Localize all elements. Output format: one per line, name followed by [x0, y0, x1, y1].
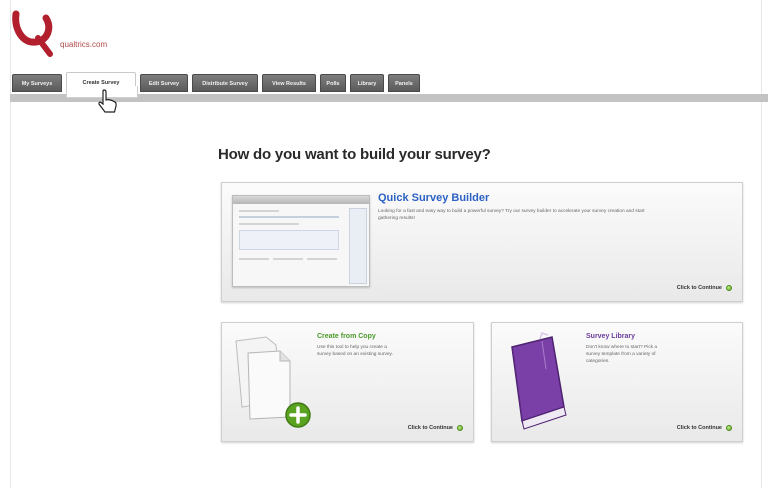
survey-library-title[interactable]: Survey Library: [586, 333, 635, 340]
create-from-copy-continue[interactable]: Click to Continue: [408, 425, 463, 431]
hand-pointer-icon: [98, 89, 117, 113]
survey-library-card[interactable]: Survey Library Don't know where to start…: [491, 322, 743, 442]
purple-book-icon: [511, 332, 567, 430]
green-arrow-circle-icon: [726, 285, 732, 291]
tab-polls[interactable]: Polls: [320, 74, 346, 92]
create-from-copy-title[interactable]: Create from Copy: [317, 333, 376, 340]
survey-builder-preview-image: [232, 195, 370, 287]
continue-label: Click to Continue: [407, 425, 453, 431]
continue-label: Click to Continue: [676, 285, 722, 291]
documents-plus-icon: [235, 336, 311, 428]
survey-library-description: Don't know where to start? Pick a survey…: [586, 345, 658, 364]
qualtrics-logo[interactable]: qualtrics.com: [12, 8, 132, 64]
quick-survey-builder-title[interactable]: Quick Survey Builder: [378, 192, 489, 204]
tab-panels[interactable]: Panels: [388, 74, 420, 92]
create-from-copy-card[interactable]: Create from Copy Use this tool to help y…: [221, 322, 474, 442]
quick-survey-builder-continue[interactable]: Click to Continue: [677, 285, 732, 291]
tab-edit-survey[interactable]: Edit Survey: [140, 74, 188, 92]
tab-my-surveys[interactable]: My Surveys: [12, 74, 62, 92]
tab-view-results[interactable]: View Results: [262, 74, 316, 92]
quick-survey-builder-description: Looking for a fast and easy way to build…: [378, 209, 645, 221]
survey-library-continue[interactable]: Click to Continue: [677, 425, 732, 431]
logo-wordmark: qualtrics.com: [60, 40, 108, 49]
q-logo-icon: [12, 10, 53, 57]
create-from-copy-description: Use this tool to help you create a surve…: [317, 345, 393, 357]
green-arrow-circle-icon: [726, 425, 732, 431]
page-title: How do you want to build your survey?: [218, 146, 491, 163]
tab-distribute-survey[interactable]: Distribute Survey: [192, 74, 258, 92]
quick-survey-builder-card[interactable]: Quick Survey Builder Looking for a fast …: [221, 182, 743, 302]
continue-label: Click to Continue: [676, 425, 722, 431]
green-arrow-circle-icon: [457, 425, 463, 431]
tab-library[interactable]: Library: [350, 74, 384, 92]
